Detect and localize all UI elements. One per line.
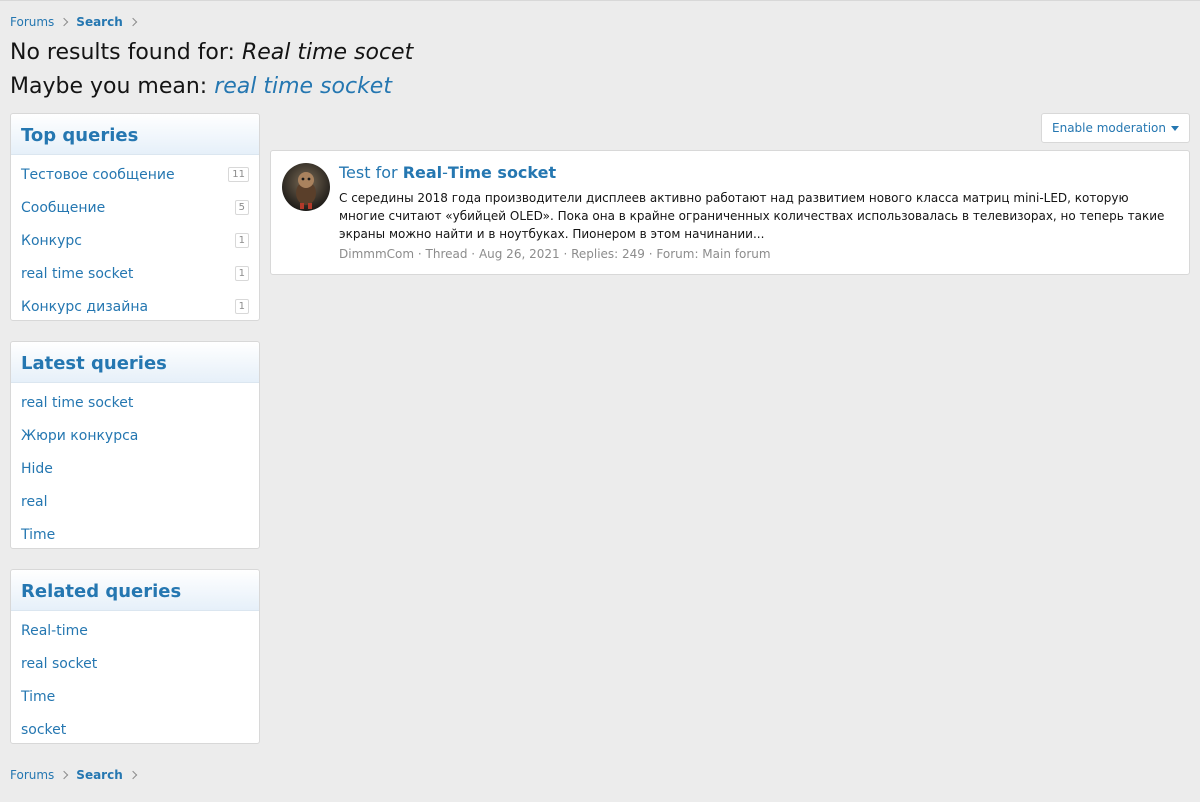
top-query-link[interactable]: Конкурс — [21, 233, 82, 249]
forum-link[interactable]: Forum: Main forum — [656, 247, 770, 261]
related-query-link[interactable]: Time — [21, 689, 55, 705]
no-results-prefix: No results found for: — [10, 40, 242, 65]
meta-separator: · — [414, 247, 426, 261]
latest-query-item[interactable]: Hide — [11, 452, 259, 485]
top-query-link[interactable]: real time socket — [21, 266, 133, 282]
related-query-link[interactable]: real socket — [21, 656, 97, 672]
no-results-heading: No results found for: Real time socet — [10, 40, 413, 65]
suggestion-heading: Maybe you mean: real time socket — [10, 74, 392, 99]
post-date: Aug 26, 2021 — [478, 247, 560, 261]
latest-queries-block: Latest queries real time socket Жюри кон… — [10, 341, 260, 549]
breadcrumb-search-link[interactable]: Search — [76, 768, 122, 782]
latest-query-item[interactable]: Жюри конкурса — [11, 419, 259, 452]
query-count-badge: 5 — [234, 200, 249, 215]
query-count-badge: 1 — [234, 299, 249, 314]
breadcrumb-forums-link[interactable]: Forums — [10, 768, 54, 782]
related-query-item[interactable]: Real-time — [11, 614, 259, 647]
top-query-item[interactable]: Конкурс дизайна 1 — [11, 290, 259, 323]
related-query-link[interactable]: Real-time — [21, 623, 88, 639]
caret-down-icon — [1171, 125, 1179, 131]
query-count-badge: 1 — [234, 233, 249, 248]
result-meta: DimmmCom · Thread · Aug 26, 2021 · Repli… — [339, 247, 771, 261]
meta-separator: · — [644, 247, 657, 261]
enable-moderation-label: Enable moderation — [1052, 121, 1166, 135]
result-title-highlight: Real — [402, 163, 443, 182]
enable-moderation-button[interactable]: Enable moderation — [1041, 113, 1190, 143]
result-title-highlight: Time socket — [447, 163, 557, 182]
top-query-item[interactable]: real time socket 1 — [11, 257, 259, 290]
latest-query-link[interactable]: real — [21, 494, 48, 510]
suggestion-prefix: Maybe you mean: — [10, 74, 215, 99]
related-query-link[interactable]: socket — [21, 722, 66, 738]
top-queries-title: Top queries — [11, 114, 259, 155]
latest-queries-title: Latest queries — [11, 342, 259, 383]
top-query-item[interactable]: Сообщение 5 — [11, 191, 259, 224]
avatar[interactable] — [282, 163, 330, 211]
searched-query: Real time socet — [241, 40, 414, 65]
chevron-right-icon — [128, 17, 137, 27]
query-count-badge: 11 — [228, 167, 249, 182]
top-query-link[interactable]: Тестовое сообщение — [21, 167, 175, 183]
latest-query-link[interactable]: Time — [21, 527, 55, 543]
replies-count: Replies: 249 — [571, 247, 645, 261]
author-link[interactable]: DimmmCom — [339, 247, 414, 261]
related-query-item[interactable]: Time — [11, 680, 259, 713]
latest-query-item[interactable]: Time — [11, 518, 259, 551]
breadcrumb-search-link[interactable]: Search — [76, 15, 122, 29]
result-title-link[interactable]: Test for Real-Time socket — [339, 163, 556, 182]
chevron-right-icon — [60, 17, 69, 27]
top-query-link[interactable]: Конкурс дизайна — [21, 299, 148, 315]
content-type: Thread — [425, 247, 468, 261]
latest-query-link[interactable]: real time socket — [21, 395, 133, 411]
related-queries-title: Related queries — [11, 570, 259, 611]
top-queries-block: Top queries Тестовое сообщение 11 Сообще… — [10, 113, 260, 321]
result-title-prefix: Test for — [339, 163, 403, 182]
latest-query-link[interactable]: Жюри конкурса — [21, 428, 138, 444]
suggestion-link[interactable]: real time socket — [214, 74, 392, 99]
search-result: Test for Real-Time socket С середины 201… — [270, 150, 1190, 275]
breadcrumb-forums-link[interactable]: Forums — [10, 15, 54, 29]
latest-query-item[interactable]: real time socket — [11, 386, 259, 419]
related-query-item[interactable]: real socket — [11, 647, 259, 680]
chevron-right-icon — [60, 770, 69, 780]
result-snippet: С середины 2018 года производители диспл… — [339, 191, 1165, 241]
meta-separator: · — [467, 247, 479, 261]
top-query-item[interactable]: Тестовое сообщение 11 — [11, 158, 259, 191]
meta-separator: · — [559, 247, 572, 261]
latest-query-item[interactable]: real — [11, 485, 259, 518]
query-count-badge: 1 — [234, 266, 249, 281]
latest-query-link[interactable]: Hide — [21, 461, 53, 477]
top-query-item[interactable]: Конкурс 1 — [11, 224, 259, 257]
related-query-item[interactable]: socket — [11, 713, 259, 746]
related-queries-block: Related queries Real-time real socket Ti… — [10, 569, 260, 744]
breadcrumb-bottom: Forums Search — [10, 767, 145, 783]
chevron-right-icon — [128, 770, 137, 780]
breadcrumb: Forums Search — [10, 14, 145, 30]
top-query-link[interactable]: Сообщение — [21, 200, 105, 216]
